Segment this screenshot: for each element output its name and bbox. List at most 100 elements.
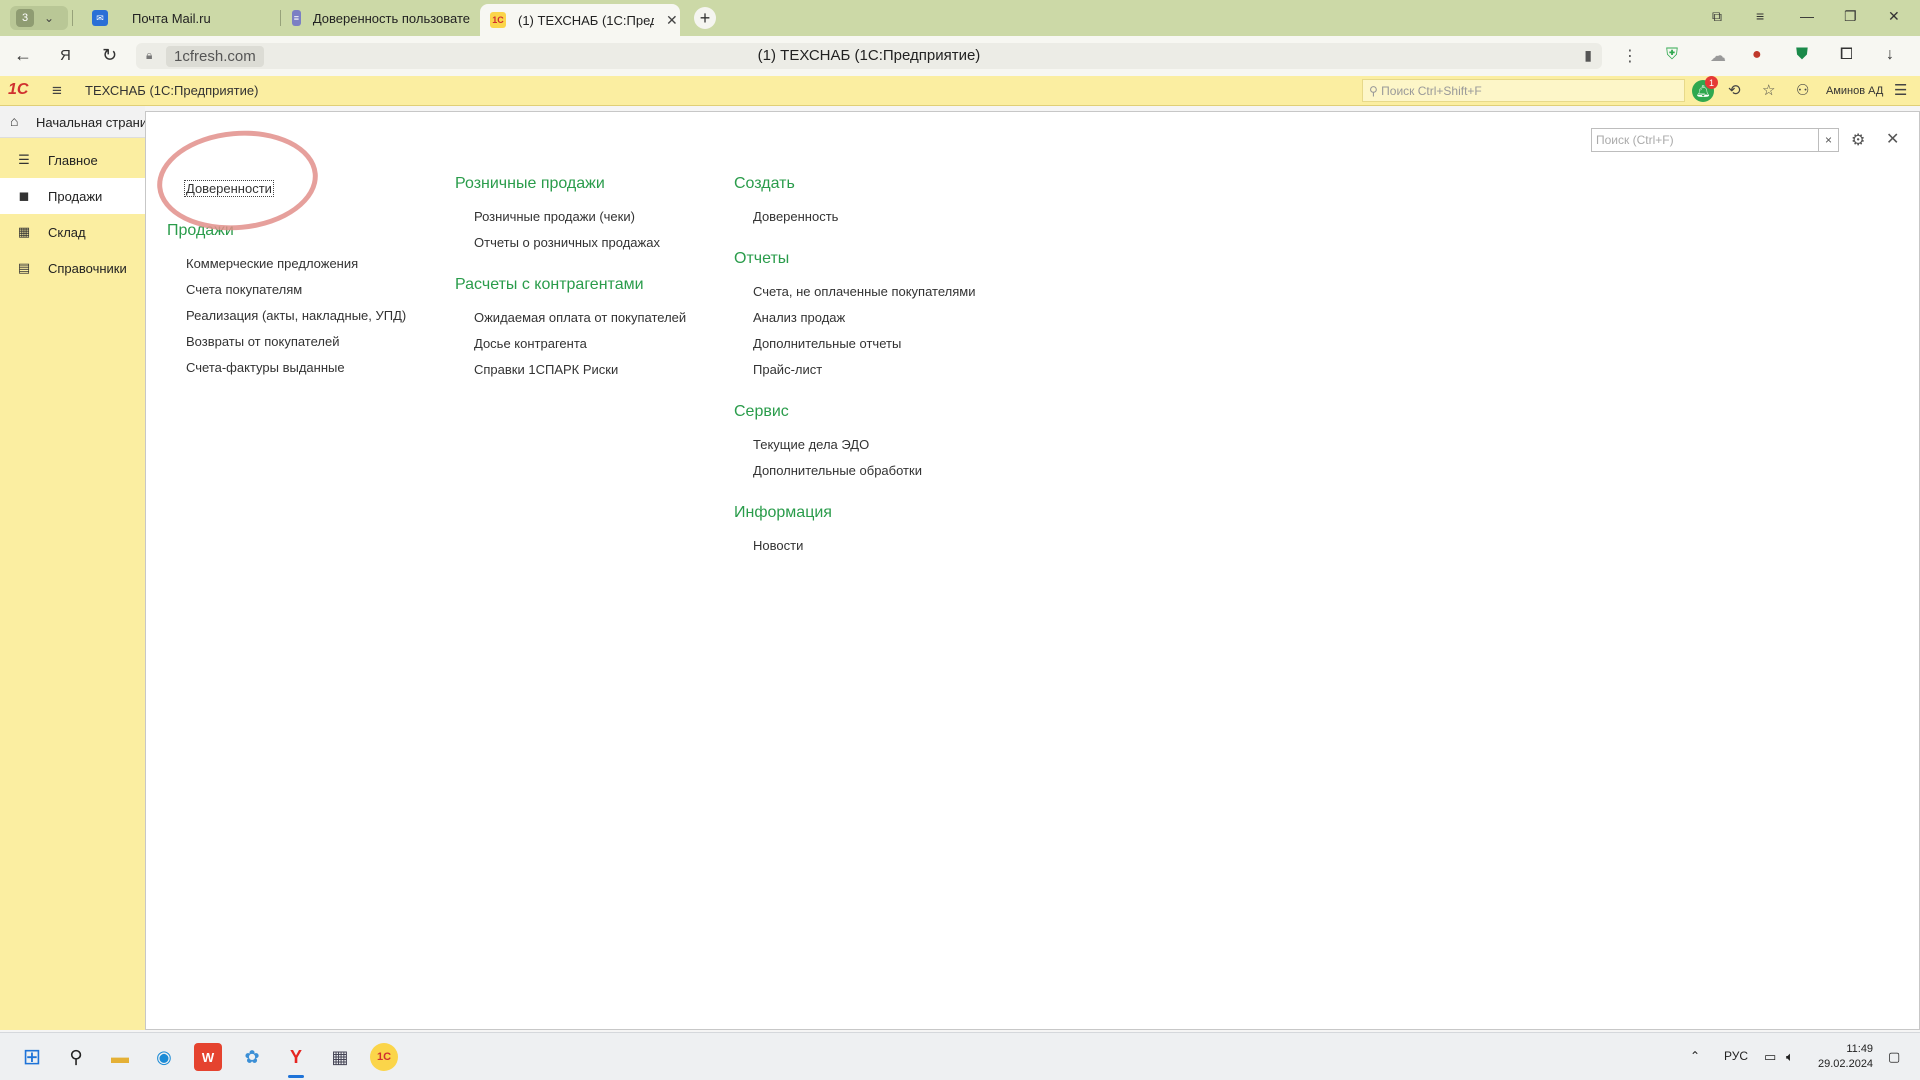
active-app-indicator — [288, 1075, 304, 1078]
section-label: Справочники — [48, 260, 127, 276]
link-customer-invoices[interactable]: Счета покупателям — [186, 282, 302, 297]
notifications-icon[interactable]: ▢ — [1888, 1049, 1900, 1065]
wps-icon[interactable]: W — [194, 1043, 222, 1071]
group-heading-reports: Отчеты — [734, 250, 790, 267]
search-icon: ⚲ — [1369, 84, 1378, 98]
more-icon[interactable]: ⋮ — [1622, 46, 1638, 66]
link-expected-payment[interactable]: Ожидаемая оплата от покупателей — [474, 310, 686, 325]
folder-icon[interactable]: ▬ — [106, 1043, 134, 1071]
link-create-doverennost[interactable]: Доверенность — [753, 209, 838, 224]
close-icon[interactable]: ✕ — [1886, 129, 1899, 149]
protect-icon[interactable]: ⛊ — [1796, 46, 1808, 64]
settings-menu-icon[interactable]: ☰ — [1894, 81, 1907, 99]
bookmark-icon[interactable]: ▮ — [1584, 47, 1592, 64]
home-page-tab[interactable]: ⌂ Начальная страница — [0, 106, 146, 138]
section-warehouse[interactable]: ▦ Склад — [0, 214, 145, 250]
user-icon[interactable]: ⚇ — [1796, 81, 1809, 99]
tab-label: (1) ТЕХСНАБ (1С:Предпр — [518, 12, 654, 28]
search-icon[interactable]: ⚲ — [62, 1043, 90, 1071]
reload-icon[interactable]: ↻ — [102, 45, 117, 66]
restore-icon[interactable]: ❐ — [1844, 8, 1857, 25]
group-heading-service: Сервис — [734, 403, 789, 420]
tab-techsnab[interactable]: 1С (1) ТЕХСНАБ (1С:Предпр ✕ — [480, 4, 680, 36]
link-retail-receipts[interactable]: Розничные продажи (чеки) — [474, 209, 635, 224]
gear-icon[interactable]: ⚙ — [1851, 130, 1865, 150]
link-sales-analysis[interactable]: Анализ продаж — [753, 310, 845, 325]
link-price-list[interactable]: Прайс-лист — [753, 362, 822, 377]
bookmarks-icon[interactable]: ⧉ — [1712, 8, 1722, 25]
star-icon[interactable]: ☆ — [1762, 81, 1775, 99]
link-retail-reports[interactable]: Отчеты о розничных продажах — [474, 235, 660, 250]
extensions-icon[interactable]: ⧠ — [1840, 46, 1853, 64]
link-counterparty-dossier[interactable]: Досье контрагента — [474, 336, 587, 351]
global-search-input[interactable]: ⚲ Поиск Ctrl+Shift+F — [1362, 79, 1685, 102]
link-issued-invoices[interactable]: Счета-фактуры выданные — [186, 360, 345, 375]
grid-icon: ▦ — [17, 224, 31, 239]
time: 11:49 — [1846, 1043, 1874, 1055]
weather-icon[interactable]: ☁ — [1710, 46, 1726, 66]
page-title: (1) ТЕХСНАБ (1С:Предприятие) — [757, 47, 981, 64]
section-catalogs[interactable]: ▤ Справочники — [0, 250, 145, 286]
link-customer-returns[interactable]: Возвраты от покупателей — [186, 334, 340, 349]
section-sales[interactable]: ◼ Продажи — [0, 178, 145, 214]
language-indicator[interactable]: РУС — [1724, 1049, 1748, 1063]
notification-badge: 1 — [1705, 76, 1718, 89]
link-additional-processing[interactable]: Дополнительные обработки — [753, 463, 922, 478]
1c-app-icon[interactable]: 1С — [370, 1043, 398, 1071]
close-icon[interactable]: ✕ — [666, 12, 678, 29]
link-additional-reports[interactable]: Дополнительные отчеты — [753, 336, 901, 351]
link-unpaid-invoices[interactable]: Счета, не оплаченные покупателями — [753, 284, 975, 299]
group-heading-information: Информация — [734, 504, 832, 521]
url-field[interactable]: 🔒︎ 1cfresh.com (1) ТЕХСНАБ (1С:Предприят… — [136, 43, 1602, 69]
home-icon: ⌂ — [10, 113, 19, 129]
date: 29.02.2024 — [1818, 1058, 1874, 1070]
1c-logo[interactable]: 1С — [8, 81, 28, 99]
back-icon[interactable]: ← — [14, 45, 32, 66]
hamburger-icon[interactable]: ≡ — [52, 81, 62, 101]
group-heading-retail: Розничные продажи — [455, 175, 605, 192]
history-icon[interactable]: ⟲ — [1728, 81, 1741, 99]
network-icon[interactable]: ▭ — [1764, 1049, 1776, 1065]
minimize-icon[interactable]: — — [1800, 8, 1814, 24]
clear-search-icon[interactable]: × — [1819, 128, 1839, 152]
tab-label: Доверенность пользовате — [312, 10, 470, 26]
volume-icon[interactable]: 🔈︎ — [1786, 1049, 1794, 1065]
close-window-icon[interactable]: ✕ — [1888, 8, 1900, 25]
windows-start-icon[interactable]: ⊞ — [18, 1043, 46, 1071]
menu-icon[interactable]: ≡ — [1756, 8, 1764, 24]
clock[interactable]: 11:49 29.02.2024 — [1818, 1042, 1873, 1072]
link-edo-tasks[interactable]: Текущие дела ЭДО — [753, 437, 869, 452]
link-spark-risks[interactable]: Справки 1СПАРК Риски — [474, 362, 618, 377]
chevron-down-icon: ⌄ — [44, 11, 55, 25]
link-sales-realization[interactable]: Реализация (акты, накладные, УПД) — [186, 308, 406, 323]
link-commercial-offers[interactable]: Коммерческие предложения — [186, 256, 358, 271]
calculator-icon[interactable]: ▦ — [326, 1043, 354, 1071]
yandex-icon[interactable]: Я — [60, 47, 71, 64]
mail-icon: ✉ — [92, 10, 108, 26]
tab-mail[interactable]: ✉ Почта Mail.ru — [92, 4, 272, 32]
book-icon: ▤ — [17, 260, 31, 275]
address-bar: ← Я ↻ 🔒︎ 1cfresh.com (1) ТЕХСНАБ (1С:Пре… — [0, 36, 1920, 76]
app-title: ТЕХСНАБ (1С:Предприятие) — [85, 83, 259, 98]
shield-icon[interactable]: ⛨ — [1666, 46, 1678, 64]
browser-tab-bar: 3 ⌄ ✉ Почта Mail.ru ≡ Доверенность польз… — [0, 0, 1920, 36]
panel-search-input[interactable]: Поиск (Ctrl+F) — [1591, 128, 1819, 152]
tab-separator — [280, 10, 281, 26]
tab-separator — [72, 10, 73, 26]
edge-icon[interactable]: ◉ — [150, 1043, 178, 1071]
tab-count-button[interactable]: 3 ⌄ — [10, 6, 68, 30]
link-news[interactable]: Новости — [753, 538, 803, 553]
section-main[interactable]: ☰ Главное — [0, 142, 145, 178]
chevron-up-icon[interactable]: ⌃ — [1690, 1049, 1700, 1063]
bag-icon: ◼ — [18, 188, 30, 203]
menu-icon: ☰ — [18, 152, 30, 167]
tab-doverennost[interactable]: ≡ Доверенность пользовате — [292, 4, 470, 32]
user-name[interactable]: Аминов АД — [1826, 85, 1883, 97]
search-placeholder: Поиск Ctrl+Shift+F — [1381, 84, 1482, 98]
paint-icon[interactable]: ✿ — [238, 1043, 266, 1071]
group-heading-create: Создать — [734, 175, 795, 192]
new-tab-button[interactable]: + — [694, 7, 716, 29]
yandex-browser-icon[interactable]: Y — [282, 1043, 310, 1071]
download-icon[interactable]: ↓ — [1886, 46, 1894, 64]
extension-icon[interactable]: ● — [1752, 46, 1762, 64]
